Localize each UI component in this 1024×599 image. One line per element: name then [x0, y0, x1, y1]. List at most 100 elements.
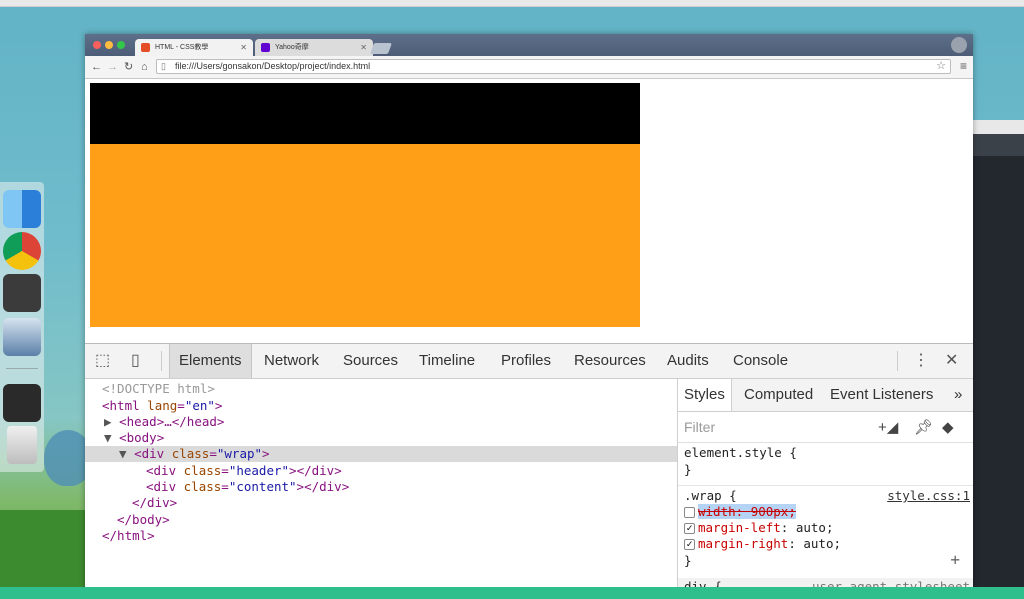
class-value: "header" — [228, 463, 290, 478]
tag-end: > — [289, 463, 297, 478]
reload-icon[interactable]: ↻ — [124, 59, 133, 75]
property-name: margin-right — [698, 536, 789, 551]
pin-icon[interactable]: 📌︎ — [914, 418, 933, 436]
close-tab-icon[interactable]: ✕ — [360, 39, 367, 56]
chrome-icon[interactable] — [3, 232, 41, 270]
yahoo-favicon-icon — [261, 43, 270, 52]
dom-body-line[interactable]: ▼ <body> — [104, 430, 164, 446]
url-text: file:///Users/gonsakon/Desktop/project/i… — [175, 61, 371, 71]
dom-content-div-line[interactable]: <div class="content"></div> — [146, 479, 349, 495]
style-css-link[interactable]: style.css:1 — [887, 488, 970, 503]
close-tab-icon[interactable]: ✕ — [240, 39, 247, 56]
incognito-profile-icon[interactable] — [951, 37, 967, 53]
tab-timeline[interactable]: Timeline — [419, 344, 475, 378]
tab-console[interactable]: Console — [733, 344, 788, 378]
body-open-tag: <body> — [119, 430, 165, 445]
sidebar-tabs: Styles Computed Event Listeners » — [678, 379, 973, 412]
devtools-panel: ⬚ ▯ Elements Network Sources Timeline Pr… — [85, 343, 973, 594]
tab-strip: HTML - CSS教學 ✕ Yahoo奇摩 ✕ — [85, 34, 973, 56]
page-icon: ▯ — [161, 61, 166, 71]
equals-sign: = — [177, 398, 185, 413]
margin-right-checkbox[interactable]: ✓ — [684, 539, 695, 550]
tab-sources[interactable]: Sources — [343, 344, 398, 378]
dom-html-line[interactable]: <html lang="en"> — [102, 398, 222, 414]
margin-left-declaration[interactable]: margin-left: auto; — [698, 520, 834, 536]
back-arrow-icon[interactable]: ← — [91, 59, 102, 75]
dom-html-close-line[interactable]: </html> — [102, 528, 155, 544]
finder-icon[interactable] — [3, 190, 41, 228]
width-checkbox[interactable] — [684, 507, 695, 518]
class-attr: class — [171, 446, 210, 461]
div-close-tag: </div> — [296, 463, 342, 478]
content-div — [90, 144, 640, 327]
background-editor-window — [972, 120, 1024, 590]
home-icon[interactable]: ⌂ — [141, 59, 148, 75]
more-options-icon[interactable]: ⋮ — [913, 352, 929, 370]
dom-head-line[interactable]: ▶ <head>…</head> — [104, 414, 224, 430]
html5-favicon-icon — [141, 43, 150, 52]
device-mode-icon[interactable]: ▯ — [131, 352, 140, 370]
dom-doctype-line[interactable]: <!DOCTYPE html> — [102, 381, 215, 397]
tab-network[interactable]: Network — [264, 344, 319, 378]
lang-value: "en" — [184, 398, 215, 413]
minimize-window-icon[interactable] — [105, 41, 113, 49]
dom-div-close-line[interactable]: </div> — [132, 495, 177, 511]
trash-icon[interactable] — [7, 426, 37, 464]
equals-sign: = — [221, 463, 229, 478]
photo-app-icon[interactable] — [3, 318, 41, 356]
filter-input[interactable]: Filter — [684, 419, 715, 435]
color-format-icon[interactable]: ◆ — [942, 418, 954, 436]
new-tab-button[interactable] — [369, 43, 393, 54]
toolbar-separator — [897, 351, 898, 371]
close-devtools-icon[interactable]: ✕ — [945, 352, 958, 370]
browser-toolbar: ← → ↻ ⌂ ▯ file:///Users/gonsakon/Desktop… — [85, 56, 973, 79]
inspect-element-icon[interactable]: ⬚ — [95, 352, 110, 370]
width-declaration[interactable]: width: 900px; — [698, 504, 796, 520]
wrap-style-rule[interactable]: .wrap { style.css:1 width: 900px; ✓ marg… — [678, 486, 973, 578]
div-open-tag: <div — [134, 446, 165, 461]
chrome-browser-window: HTML - CSS教學 ✕ Yahoo奇摩 ✕ ← → ↻ ⌂ ▯ file:… — [85, 34, 973, 594]
zoom-window-icon[interactable] — [117, 41, 125, 49]
tab-resources[interactable]: Resources — [574, 344, 646, 378]
lang-attr: lang — [147, 398, 178, 413]
tab-styles[interactable]: Styles — [678, 379, 732, 411]
collapse-triangle-icon[interactable]: ▼ — [85, 446, 134, 461]
margin-right-declaration[interactable]: margin-right: auto; — [698, 536, 841, 552]
tab-computed[interactable]: Computed — [744, 379, 813, 411]
property-name: width — [698, 504, 736, 519]
add-property-icon[interactable]: + — [950, 550, 960, 569]
div-open-tag: <div — [146, 479, 177, 494]
element-style-selector: element.style { — [684, 445, 797, 460]
wallpaper-grass — [0, 510, 90, 590]
browser-tab-html-css[interactable]: HTML - CSS教學 ✕ — [135, 39, 253, 56]
address-bar[interactable]: ▯ file:///Users/gonsakon/Desktop/project… — [156, 59, 951, 74]
close-window-icon[interactable] — [93, 41, 101, 49]
elements-tree[interactable]: <!DOCTYPE html> <html lang="en"> ▶ <head… — [85, 379, 677, 594]
expand-triangle-icon[interactable]: ▶ — [104, 414, 119, 429]
styles-filter[interactable]: Filter +◢ 📌︎ ◆ — [678, 412, 973, 443]
head-tag: <head>…</head> — [119, 414, 225, 429]
dom-header-div-line[interactable]: <div class="header"></div> — [146, 463, 342, 479]
collapse-triangle-icon[interactable]: ▼ — [104, 430, 119, 445]
chrome-menu-icon[interactable]: ≡ — [960, 59, 967, 74]
margin-left-checkbox[interactable]: ✓ — [684, 523, 695, 534]
tab-profiles[interactable]: Profiles — [501, 344, 551, 378]
bookmark-star-icon[interactable]: ☆ — [936, 59, 946, 72]
dom-wrap-div-line[interactable]: ▼ <div class="wrap"> — [85, 446, 677, 462]
tab-event-listeners[interactable]: Event Listeners — [830, 379, 933, 411]
more-tabs-icon[interactable]: » — [954, 379, 962, 411]
dock — [0, 182, 44, 472]
tab-elements[interactable]: Elements — [169, 344, 252, 378]
div-open-tag: <div — [146, 463, 177, 478]
wrap-selector: .wrap { — [684, 488, 737, 503]
new-style-rule-icon[interactable]: +◢ — [878, 418, 898, 436]
browser-tab-yahoo[interactable]: Yahoo奇摩 ✕ — [255, 39, 373, 56]
element-style-rule[interactable]: element.style { } — [678, 443, 973, 485]
dom-body-close-line[interactable]: </body> — [117, 512, 170, 528]
forward-arrow-icon[interactable]: → — [107, 59, 118, 75]
tag-end: > — [214, 398, 223, 413]
sublime-text-icon[interactable] — [3, 274, 41, 312]
minimized-window-icon[interactable] — [3, 384, 41, 422]
div-close-tag: </div> — [304, 479, 350, 494]
tab-audits[interactable]: Audits — [667, 344, 709, 378]
